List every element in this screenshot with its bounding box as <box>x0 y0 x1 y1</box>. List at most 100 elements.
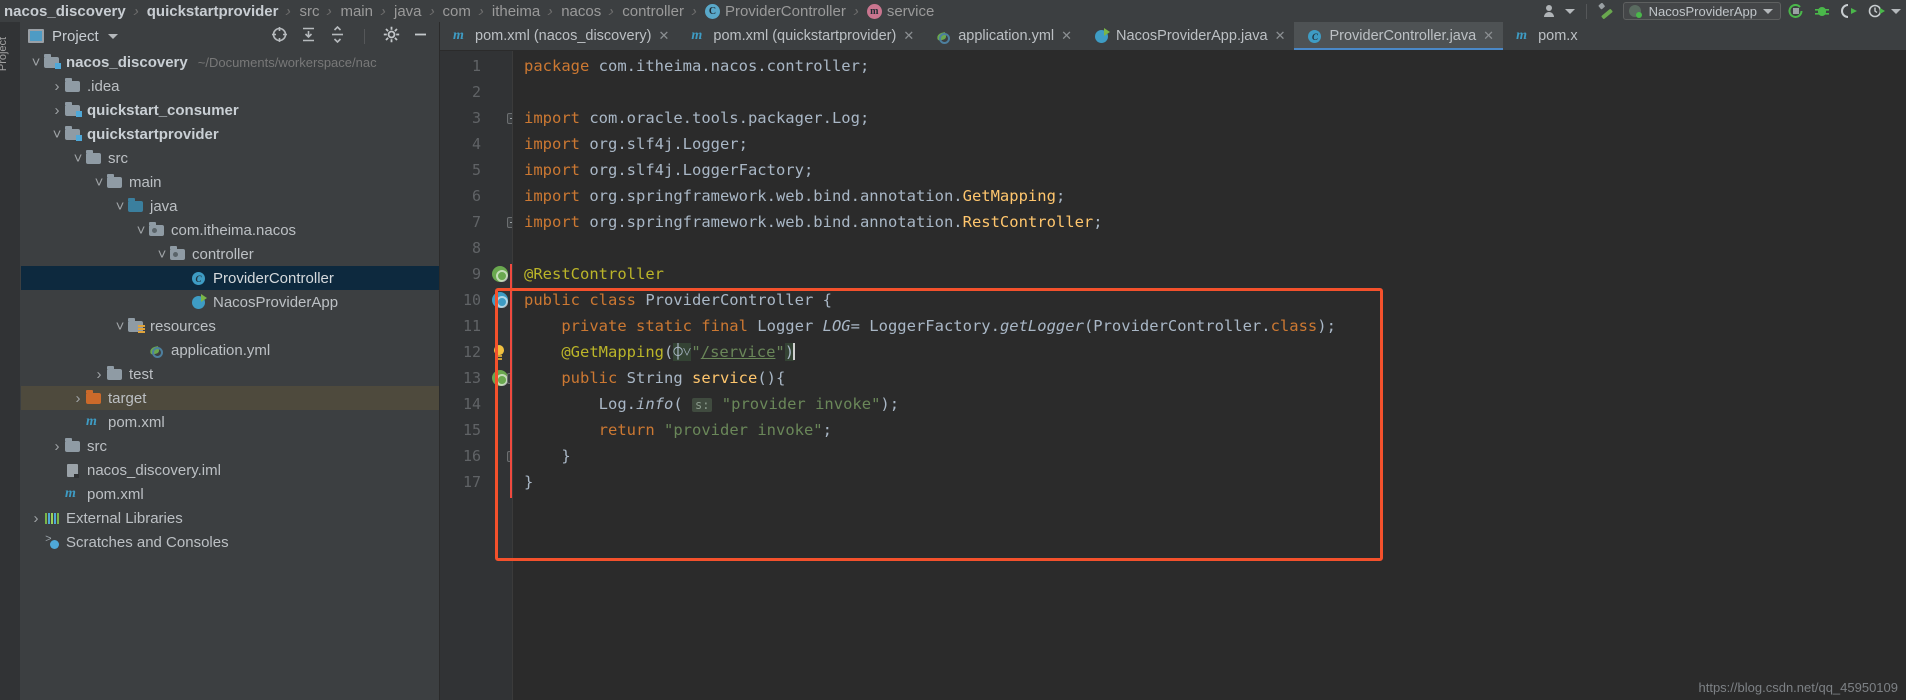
code-line-8[interactable] <box>512 235 1906 261</box>
project-tree[interactable]: ˅ nacos_discovery ~/Documents/workerspace/… <box>21 50 439 700</box>
code-line-13[interactable]: public String service(){ <box>512 365 1906 391</box>
tree-node-test[interactable]: › test <box>21 362 439 386</box>
chevron-down-icon[interactable]: ˅ <box>113 318 127 335</box>
intention-bulb-icon[interactable] <box>492 345 506 361</box>
chevron-right-icon[interactable]: › <box>71 390 85 407</box>
chevron-down-icon[interactable] <box>107 33 118 39</box>
run-with-coverage-icon[interactable] <box>1835 0 1863 22</box>
tree-node-quickstart-consumer[interactable]: › quickstart_consumer <box>21 98 439 122</box>
code-line-4[interactable]: import org.slf4j.Logger; <box>512 131 1906 157</box>
editor-tab-bar[interactable]: m pom.xml (nacos_discovery) ✕ m pom.xml (qui… <box>440 22 1906 51</box>
breadcrumb-item-com[interactable]: com <box>443 3 471 20</box>
expand-all-icon[interactable] <box>300 26 317 47</box>
chevron-down-icon[interactable]: ˅ <box>50 126 64 143</box>
tree-node-nacosproviderapp[interactable]: NacosProviderApp <box>21 290 439 314</box>
editor-tab-nacosproviderapp-java[interactable]: NacosProviderApp.java ✕ <box>1081 22 1294 50</box>
build-icon[interactable] <box>1593 0 1623 22</box>
code-editor-content[interactable]: package com.itheima.nacos.controller; im… <box>512 51 1906 700</box>
tree-node-main[interactable]: ˅ main <box>21 170 439 194</box>
debug-icon[interactable] <box>1809 0 1835 22</box>
chevron-right-icon[interactable]: › <box>50 78 64 95</box>
editor-tab-pom-xml-nacos-discovery-[interactable]: m pom.xml (nacos_discovery) ✕ <box>440 22 678 50</box>
breadcrumb-item-java[interactable]: java <box>394 3 422 20</box>
spring-endpoint-marker-icon[interactable] <box>492 370 508 386</box>
code-line-5[interactable]: import org.slf4j.LoggerFactory; <box>512 157 1906 183</box>
close-icon[interactable]: ✕ <box>1061 28 1072 44</box>
spring-bean-marker-icon[interactable] <box>492 266 508 282</box>
close-icon[interactable]: ✕ <box>903 28 914 44</box>
tree-node-quickstartprovider[interactable]: ˅ quickstartprovider <box>21 122 439 146</box>
code-line-1[interactable]: package com.itheima.nacos.controller; <box>512 53 1906 79</box>
chevron-right-icon[interactable]: › <box>50 102 64 119</box>
locate-icon[interactable] <box>271 26 288 47</box>
tree-node-controller[interactable]: ˅ controller <box>21 242 439 266</box>
breadcrumb-item-itheima[interactable]: itheima <box>492 3 540 20</box>
profiler-icon[interactable] <box>1863 0 1906 22</box>
tree-node--idea[interactable]: › .idea <box>21 74 439 98</box>
code-line-12[interactable]: @GetMapping(⌽˅"/service") <box>512 339 1906 365</box>
breadcrumb-label: src <box>299 2 320 20</box>
tree-node-pom-xml[interactable]: m pom.xml <box>21 410 439 434</box>
code-line-14[interactable]: Log.info( s: "provider invoke"); <box>512 391 1906 417</box>
code-line-7[interactable]: import org.springframework.web.bind.anno… <box>512 209 1906 235</box>
chevron-right-icon[interactable]: › <box>50 438 64 455</box>
chevron-right-icon[interactable]: › <box>92 366 106 383</box>
tree-node-com-itheima-nacos[interactable]: ˅ com.itheima.nacos <box>21 218 439 242</box>
breadcrumb-item-service[interactable]: m service <box>866 3 934 20</box>
tree-node-resources[interactable]: ˅ resources <box>21 314 439 338</box>
tree-node-java[interactable]: ˅ java <box>21 194 439 218</box>
code-line-2[interactable] <box>512 79 1906 105</box>
close-icon[interactable]: ✕ <box>1275 28 1286 44</box>
tree-node-providercontroller[interactable]: C ProviderController <box>21 266 439 290</box>
editor-tab-providercontroller-java[interactable]: C ProviderController.java ✕ <box>1294 22 1504 50</box>
chevron-down-icon[interactable]: ˅ <box>113 198 127 215</box>
tree-node-application-yml[interactable]: application.yml <box>21 338 439 362</box>
breadcrumb-item-nacos[interactable]: nacos <box>561 3 601 20</box>
chevron-down-icon[interactable]: ˅ <box>134 222 148 239</box>
tree-node-external-libraries[interactable]: › External Libraries <box>21 506 439 530</box>
code-line-9[interactable]: @RestController <box>512 261 1906 287</box>
breadcrumb-item-nacos-discovery[interactable]: nacos_discovery <box>4 3 126 20</box>
chevron-down-icon[interactable]: ˅ <box>71 150 85 167</box>
code-line-17[interactable]: } <box>512 469 1906 495</box>
editor-gutter[interactable]: 1 2 3 4 5 6 7 8 9 10 11 12 13 14 15 16 17 <box>440 51 518 700</box>
run-configuration-label: NacosProviderApp <box>1648 3 1757 19</box>
code-line-3[interactable]: import com.oracle.tools.packager.Log; <box>512 105 1906 131</box>
run-configuration-selector[interactable]: NacosProviderApp <box>1622 2 1781 20</box>
tree-node-src[interactable]: › src <box>21 434 439 458</box>
code-line-6[interactable]: import org.springframework.web.bind.anno… <box>512 183 1906 209</box>
code-line-10[interactable]: public class ProviderController { <box>512 287 1906 313</box>
minimize-icon[interactable] <box>412 26 435 47</box>
run-icon[interactable] <box>1781 0 1809 22</box>
breadcrumb-item-quickstartprovider[interactable]: quickstartprovider <box>147 3 279 20</box>
chevron-down-icon[interactable]: ˅ <box>29 54 43 71</box>
breadcrumb-item-src[interactable]: src <box>299 3 319 20</box>
tree-node-src[interactable]: ˅ src <box>21 146 439 170</box>
tree-node-nacos-discovery[interactable]: ˅ nacos_discovery ~/Documents/workerspace/… <box>21 50 439 74</box>
tree-node-label: nacos_discovery.iml <box>87 461 221 479</box>
code-line-15[interactable]: return "provider invoke"; <box>512 417 1906 443</box>
chevron-down-icon[interactable] <box>1763 8 1773 14</box>
tree-node-pom-xml[interactable]: m pom.xml <box>21 482 439 506</box>
tree-node-nacos-discovery-iml[interactable]: nacos_discovery.iml <box>21 458 439 482</box>
code-line-11[interactable]: private static final Logger LOG= LoggerF… <box>512 313 1906 339</box>
user-icon[interactable] <box>1538 0 1580 22</box>
breadcrumb-item-providercontroller[interactable]: C ProviderController <box>704 3 846 20</box>
editor-tab-application-yml[interactable]: application.yml ✕ <box>923 22 1081 50</box>
gear-icon[interactable] <box>383 26 400 47</box>
editor-tab-pom-xml-quickstartprovider-[interactable]: m pom.xml (quickstartprovider) ✕ <box>678 22 923 50</box>
close-icon[interactable]: ✕ <box>658 28 669 44</box>
collapse-all-icon[interactable] <box>329 25 346 47</box>
breadcrumb-item-main[interactable]: main <box>340 3 373 20</box>
editor-tab-pom-x[interactable]: m pom.x <box>1503 22 1587 50</box>
chevron-down-icon[interactable]: ˅ <box>92 174 106 191</box>
spring-bean-marker-icon[interactable] <box>492 292 508 308</box>
chevron-down-icon[interactable]: ˅ <box>155 246 169 263</box>
project-strip-label[interactable]: Project <box>0 37 9 71</box>
tree-node-target[interactable]: › target <box>21 386 439 410</box>
tree-node-scratches-and-consoles[interactable]: Scratches and Consoles <box>21 530 439 554</box>
close-icon[interactable]: ✕ <box>1483 28 1494 44</box>
chevron-right-icon[interactable]: › <box>29 510 43 527</box>
breadcrumb-item-controller[interactable]: controller <box>622 3 684 20</box>
code-line-16[interactable]: } <box>512 443 1906 469</box>
